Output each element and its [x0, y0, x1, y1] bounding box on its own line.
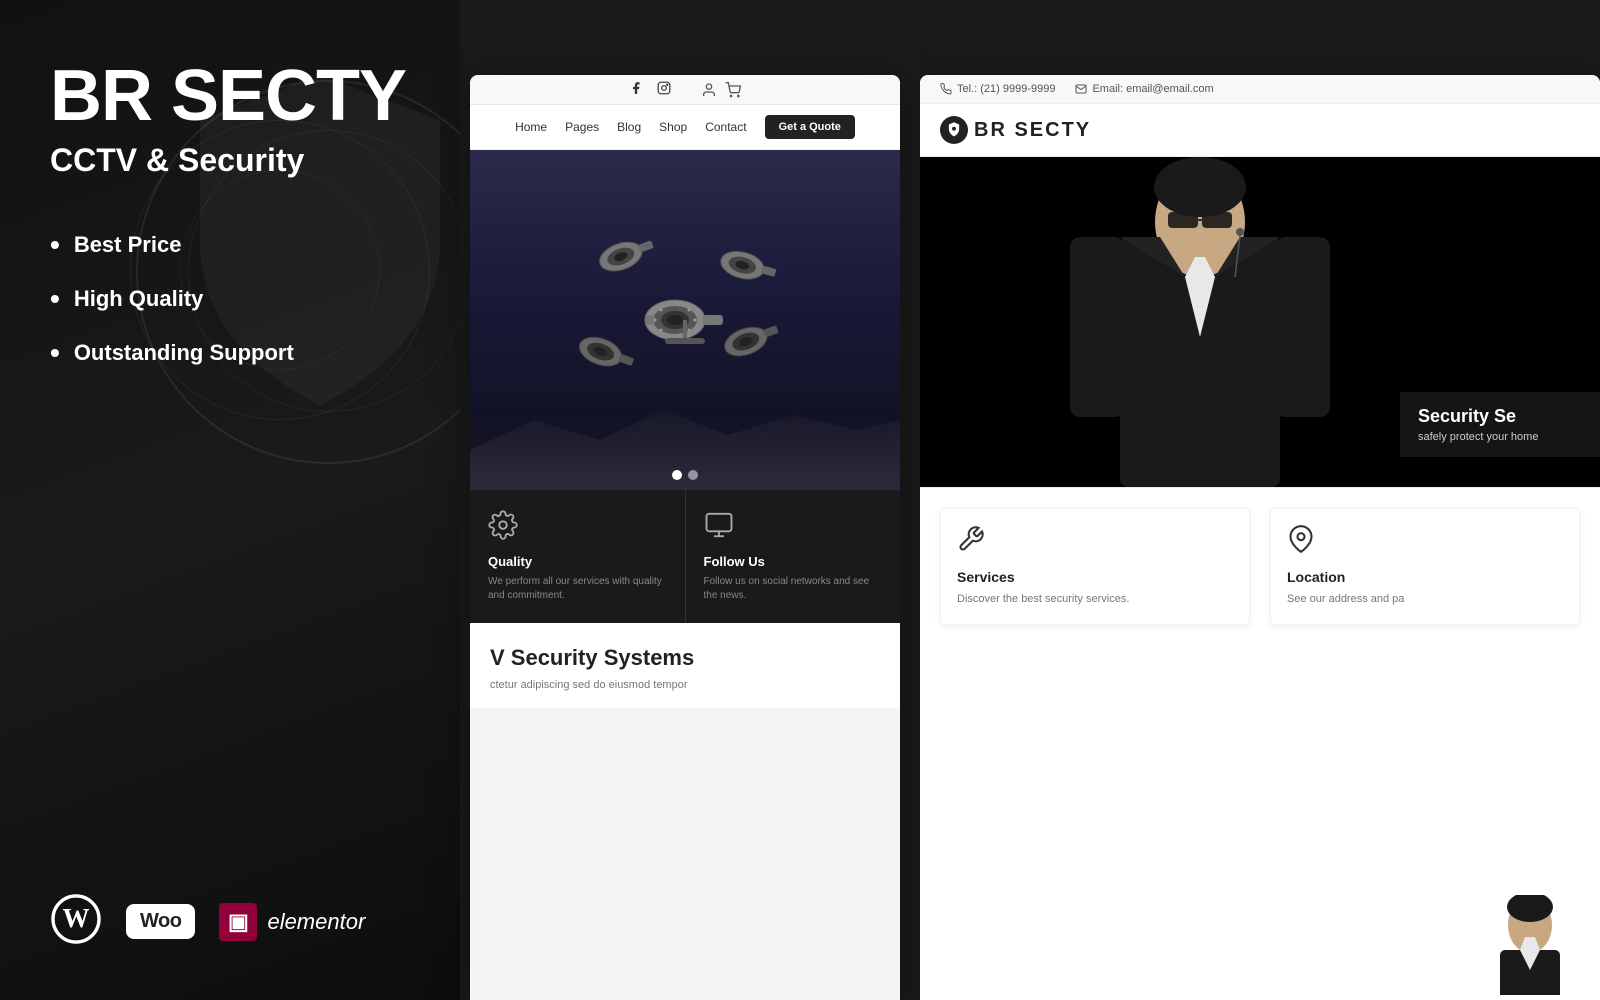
facebook-icon	[629, 81, 643, 98]
left-panel: BR SECTY CCTV & Security Best Price High…	[0, 0, 460, 1000]
location-title: Location	[1287, 569, 1563, 585]
instagram-icon	[657, 81, 671, 98]
browser-nav-social	[470, 75, 900, 105]
wordpress-logo: W	[50, 893, 102, 950]
hero-right-title: Security Se	[1418, 406, 1582, 427]
follow-card-title: Follow Us	[704, 554, 883, 569]
browser-menu: Home Pages Blog Shop Contact Get a Quote	[470, 105, 900, 150]
feature-card-quality: Quality We perform all our services with…	[470, 490, 686, 623]
hero-right-subtitle: safely protect your home	[1418, 431, 1582, 443]
service-card-services: Services Discover the best security serv…	[940, 508, 1250, 625]
elementor-badge: ▣ elementor	[219, 903, 365, 941]
bg-circle-2	[180, 170, 380, 370]
menu-cta-button[interactable]: Get a Quote	[765, 115, 855, 139]
hero-text-overlay: Security Se safely protect your home	[1400, 392, 1600, 457]
location-text: See our address and pa	[1287, 591, 1563, 608]
bg-circle-1	[130, 120, 430, 420]
footer-text: ctetur adipiscing sed do eiusmod tempor	[490, 677, 880, 694]
elementor-label: elementor	[267, 909, 365, 935]
service-card-location: Location See our address and pa	[1270, 508, 1580, 625]
avatar-bottom	[1490, 895, 1570, 1000]
user-icon	[701, 82, 717, 98]
footer-title: V Security Systems	[490, 645, 880, 671]
right-brand-name: BR SECTY	[974, 119, 1091, 142]
menu-home[interactable]: Home	[515, 120, 547, 134]
social-icons	[629, 81, 671, 98]
browser-mockup-left: Home Pages Blog Shop Contact Get a Quote	[470, 75, 900, 1000]
feature-item-3: Outstanding Support	[50, 337, 410, 369]
preview-footer: V Security Systems ctetur adipiscing sed…	[470, 623, 900, 708]
dot-2[interactable]	[688, 470, 698, 480]
feature-item-1: Best Price	[50, 229, 410, 261]
quality-card-text: We perform all our services with quality…	[488, 575, 667, 603]
location-icon	[1287, 525, 1563, 559]
quality-icon	[488, 510, 667, 546]
features-list: Best Price High Quality Outstanding Supp…	[50, 229, 410, 369]
brand-title: BR SECTY	[50, 60, 410, 132]
phone-icon	[940, 83, 952, 95]
svg-text:W: W	[62, 903, 89, 933]
right-preview: Tel.: (21) 9999-9999 Email: email@email.…	[920, 0, 1600, 1000]
email-text: Email: email@email.com	[1092, 83, 1213, 95]
hero-image-area	[470, 150, 900, 490]
follow-card-text: Follow us on social networks and see the…	[704, 575, 883, 603]
quality-card-title: Quality	[488, 554, 667, 569]
menu-pages[interactable]: Pages	[565, 120, 599, 134]
follow-icon	[704, 510, 883, 546]
slideshow-dots	[672, 470, 698, 480]
phone-info: Tel.: (21) 9999-9999	[940, 83, 1055, 95]
brand-shield-icon	[940, 116, 968, 144]
elementor-icon: ▣	[219, 903, 257, 941]
email-info: Email: email@email.com	[1075, 83, 1213, 95]
services-icon	[957, 525, 1233, 559]
user-icons	[701, 82, 741, 98]
menu-shop[interactable]: Shop	[659, 120, 687, 134]
email-icon	[1075, 83, 1087, 95]
phone-text: Tel.: (21) 9999-9999	[957, 83, 1055, 95]
feature-cards: Quality We perform all our services with…	[470, 490, 900, 623]
feature-item-2: High Quality	[50, 283, 410, 315]
services-text: Discover the best security services.	[957, 591, 1233, 608]
woocommerce-badge: Woo	[126, 904, 195, 939]
hero-right: Security Se safely protect your home	[920, 157, 1600, 487]
brand-subtitle: CCTV & Security	[50, 142, 410, 179]
main-area: Home Pages Blog Shop Contact Get a Quote	[460, 0, 1600, 1000]
avatar-svg	[1490, 895, 1570, 995]
menu-blog[interactable]: Blog	[617, 120, 641, 134]
right-preview-inner: Tel.: (21) 9999-9999 Email: email@email.…	[920, 75, 1600, 1000]
dot-1[interactable]	[672, 470, 682, 480]
brand-section: BR SECTY CCTV & Security Best Price High…	[50, 60, 410, 391]
cart-icon	[725, 82, 741, 98]
right-topbar: Tel.: (21) 9999-9999 Email: email@email.…	[920, 75, 1600, 104]
menu-contact[interactable]: Contact	[705, 120, 746, 134]
services-title: Services	[957, 569, 1233, 585]
feature-card-follow: Follow Us Follow us on social networks a…	[686, 490, 901, 623]
right-brand-bar: BR SECTY	[920, 104, 1600, 157]
services-cards: Services Discover the best security serv…	[920, 487, 1600, 645]
bottom-logos: W Woo ▣ elementor	[50, 893, 410, 950]
right-brand-logo: BR SECTY	[940, 116, 1091, 144]
cameras-svg	[575, 230, 795, 410]
